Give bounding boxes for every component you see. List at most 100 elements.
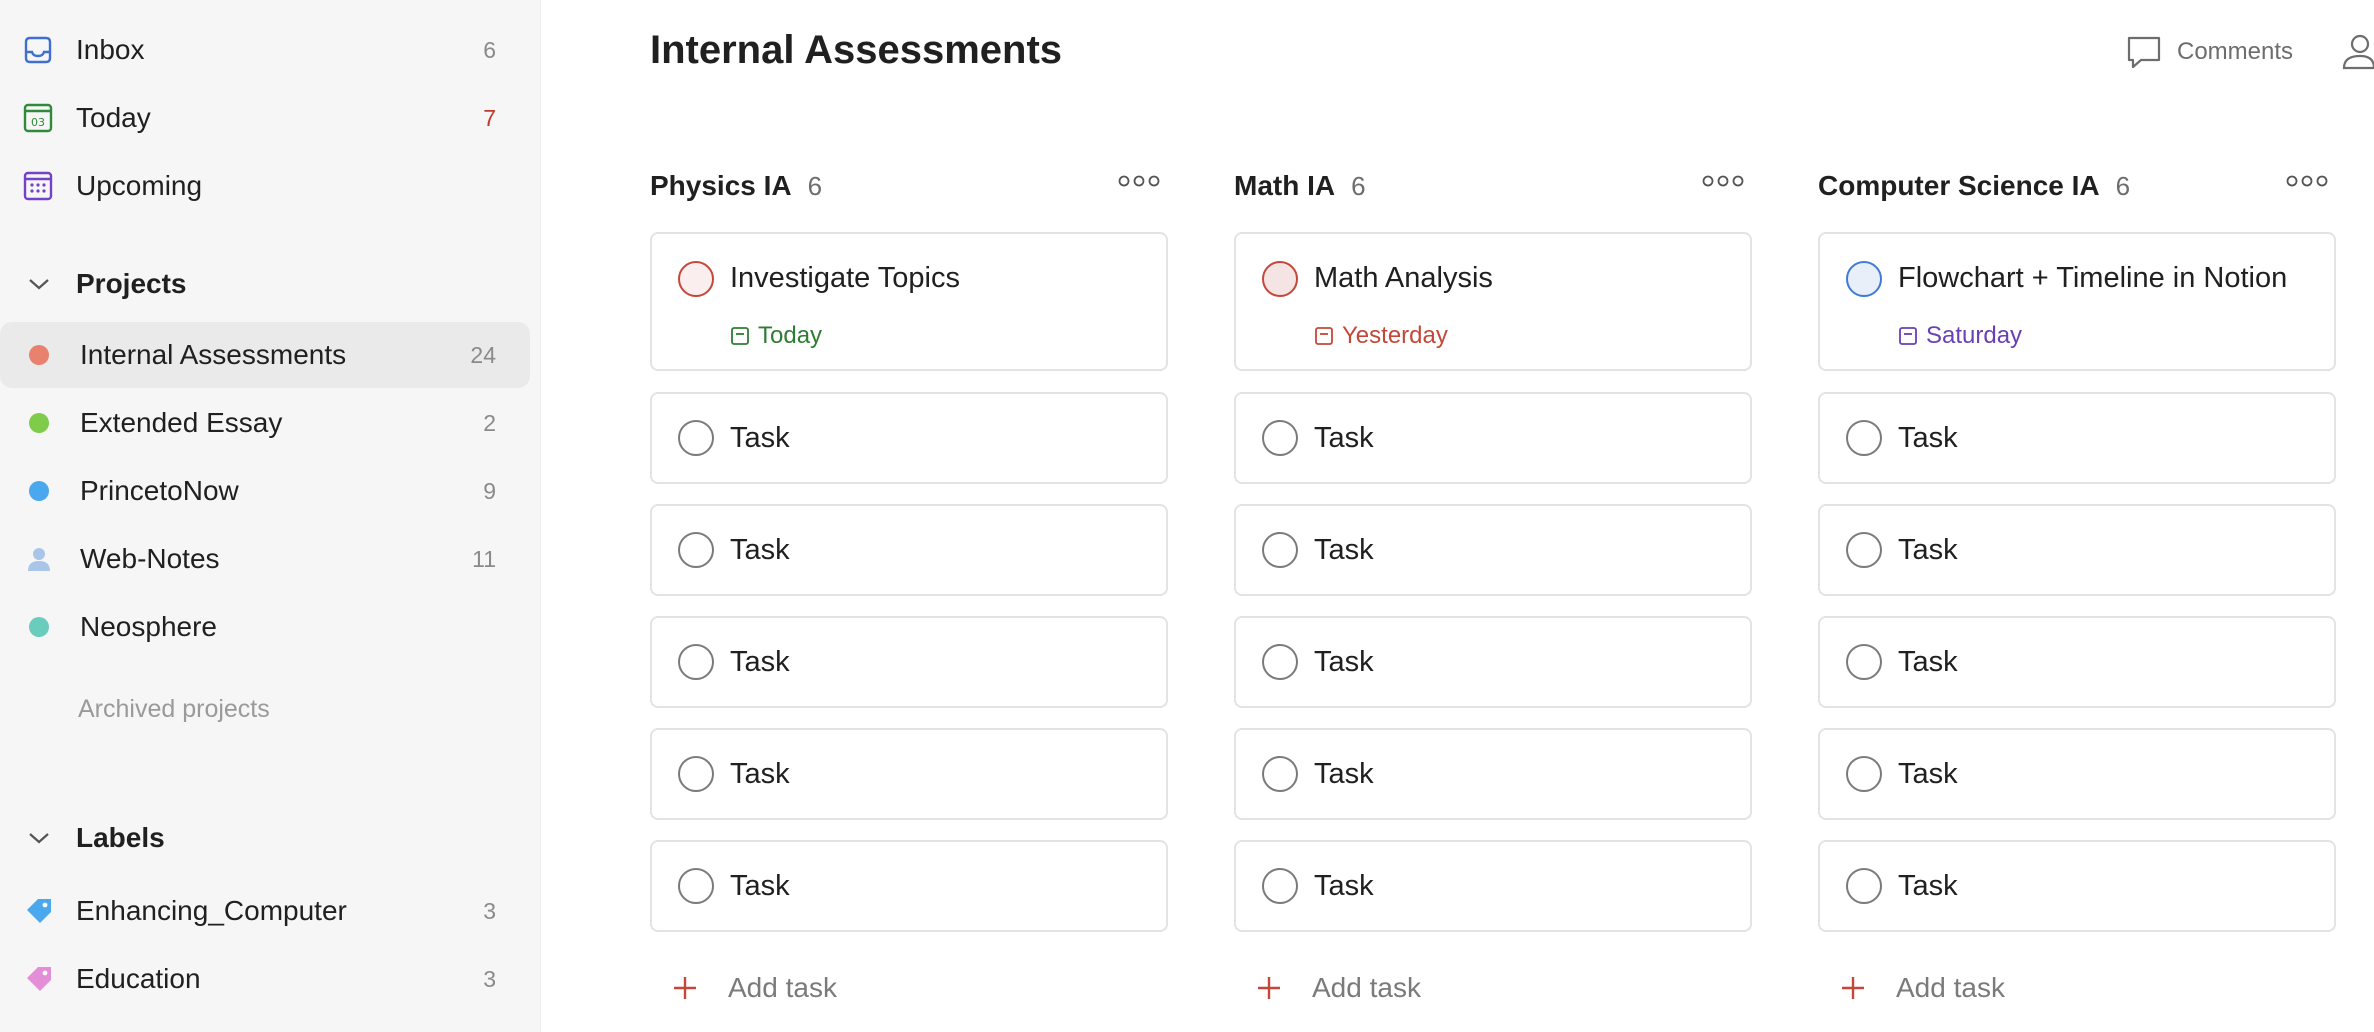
add-task-button[interactable]: Add task <box>672 968 837 1008</box>
task-checkbox[interactable] <box>1262 756 1298 792</box>
task-card[interactable]: Flowchart + Timeline in Notion Saturday <box>1818 232 2336 371</box>
task-title: Task <box>730 534 790 566</box>
column-title: Physics IA <box>650 170 792 201</box>
task-card[interactable]: Task <box>650 616 1168 708</box>
due-date: Today <box>730 322 822 350</box>
task-title: Task <box>1314 534 1374 566</box>
task-title: Math Analysis <box>1314 262 1493 294</box>
calendar-icon <box>1899 327 1917 345</box>
task-checkbox[interactable] <box>1262 261 1298 297</box>
task-checkbox[interactable] <box>1262 532 1298 568</box>
task-checkbox[interactable] <box>1262 644 1298 680</box>
task-checkbox[interactable] <box>678 644 714 680</box>
task-checkbox[interactable] <box>678 420 714 456</box>
task-checkbox[interactable] <box>1846 532 1882 568</box>
archived-projects-link[interactable]: Archived projects <box>78 695 270 724</box>
sidebar: Inbox 6 03 Today 7 Upcoming Projects Int… <box>0 0 541 1032</box>
person-icon <box>28 548 50 571</box>
more-options-icon[interactable] <box>1118 174 1160 188</box>
task-checkbox[interactable] <box>1846 644 1882 680</box>
task-card[interactable]: Task <box>1234 840 1752 932</box>
task-title: Task <box>1314 758 1374 790</box>
sidebar-item-upcoming[interactable]: Upcoming <box>0 153 530 219</box>
comments-button[interactable]: Comments <box>2125 32 2293 72</box>
sidebar-item-label: Web-Notes <box>80 543 220 574</box>
sidebar-item-label-education[interactable]: Education 3 <box>0 946 530 1012</box>
task-checkbox[interactable] <box>678 868 714 904</box>
add-task-button[interactable]: Add task <box>1840 968 2005 1008</box>
calendar-icon <box>731 327 749 345</box>
sidebar-item-internal-assessments[interactable]: Internal Assessments 24 <box>0 322 530 388</box>
column-title: Math IA <box>1234 170 1336 201</box>
sidebar-item-label: Upcoming <box>76 170 203 201</box>
task-card[interactable]: Task <box>1818 840 2336 932</box>
board-column-physics-ia: Physics IA 6 Investigate Topics Today Ta… <box>650 160 1170 1003</box>
labels-section-toggle[interactable]: Labels <box>0 808 530 868</box>
due-date-label: Yesterday <box>1342 322 1448 349</box>
task-card[interactable]: Task <box>1234 504 1752 596</box>
task-card[interactable]: Task <box>650 840 1168 932</box>
task-card[interactable]: Task <box>1818 504 2336 596</box>
project-color-dot <box>29 345 49 365</box>
sidebar-item-count: 2 <box>483 409 496 436</box>
task-checkbox[interactable] <box>678 532 714 568</box>
sidebar-item-count: 24 <box>470 341 496 368</box>
sidebar-item-web-notes[interactable]: Web-Notes 11 <box>0 526 530 592</box>
task-card[interactable]: Task <box>1234 728 1752 820</box>
sidebar-item-label-enhancing-computer[interactable]: Enhancing_Computer 3 <box>0 878 530 944</box>
share-person-icon[interactable] <box>2340 32 2374 72</box>
sidebar-item-princetonow[interactable]: PrincetoNow 9 <box>0 458 530 524</box>
task-checkbox[interactable] <box>678 261 714 297</box>
comments-label: Comments <box>2177 38 2294 65</box>
due-date-label: Saturday <box>1926 322 2023 349</box>
task-title: Task <box>730 646 790 678</box>
projects-section-toggle[interactable]: Projects <box>0 254 530 314</box>
calendar-today-icon: 03 <box>23 103 53 133</box>
task-card[interactable]: Task <box>1234 392 1752 484</box>
add-task-label: Add task <box>1312 972 1421 1003</box>
task-checkbox[interactable] <box>1262 420 1298 456</box>
sidebar-item-count: 3 <box>483 897 496 924</box>
sidebar-item-count: 6 <box>483 36 496 63</box>
add-task-button[interactable]: Add task <box>1256 968 1421 1008</box>
task-card[interactable]: Task <box>650 504 1168 596</box>
task-card[interactable]: Task <box>650 728 1168 820</box>
task-card[interactable]: Task <box>1818 392 2336 484</box>
tag-icon <box>27 967 51 991</box>
task-checkbox[interactable] <box>1262 868 1298 904</box>
task-checkbox[interactable] <box>678 756 714 792</box>
more-options-icon[interactable] <box>2286 174 2328 188</box>
board-column-computer-science-ia: Computer Science IA 6 Flowchart + Timeli… <box>1818 160 2338 1003</box>
sidebar-item-label: Enhancing_Computer <box>76 895 347 926</box>
due-date: Yesterday <box>1314 322 1448 350</box>
task-card[interactable]: Math Analysis Yesterday <box>1234 232 1752 371</box>
task-card[interactable]: Task <box>1234 616 1752 708</box>
task-title: Task <box>1314 422 1374 454</box>
sidebar-item-label: Internal Assessments <box>80 339 347 370</box>
calendar-grid-icon <box>23 171 53 201</box>
task-card[interactable]: Task <box>1818 616 2336 708</box>
inbox-icon <box>24 36 52 64</box>
task-card[interactable]: Task <box>1818 728 2336 820</box>
sidebar-item-extended-essay[interactable]: Extended Essay 2 <box>0 390 530 456</box>
projects-heading: Projects <box>76 268 187 299</box>
task-checkbox[interactable] <box>1846 756 1882 792</box>
task-card[interactable]: Investigate Topics Today <box>650 232 1168 371</box>
plus-icon <box>1842 977 1864 999</box>
board-column-math-ia: Math IA 6 Math Analysis Yesterday Task T… <box>1234 160 1754 1003</box>
task-checkbox[interactable] <box>1846 261 1882 297</box>
sidebar-item-today[interactable]: 03 Today 7 <box>0 85 530 151</box>
task-title: Task <box>1898 646 1958 678</box>
task-title: Flowchart + Timeline in Notion <box>1898 262 2288 294</box>
calendar-icon <box>1315 327 1333 345</box>
add-task-label: Add task <box>728 972 837 1003</box>
task-checkbox[interactable] <box>1846 420 1882 456</box>
column-header: Physics IA 6 <box>650 160 1170 212</box>
task-checkbox[interactable] <box>1846 868 1882 904</box>
sidebar-item-neosphere[interactable]: Neosphere <box>0 594 530 660</box>
sidebar-item-inbox[interactable]: Inbox 6 <box>0 17 530 83</box>
sidebar-item-label: Education <box>76 963 201 994</box>
task-title: Task <box>730 758 790 790</box>
more-options-icon[interactable] <box>1702 174 1744 188</box>
task-card[interactable]: Task <box>650 392 1168 484</box>
